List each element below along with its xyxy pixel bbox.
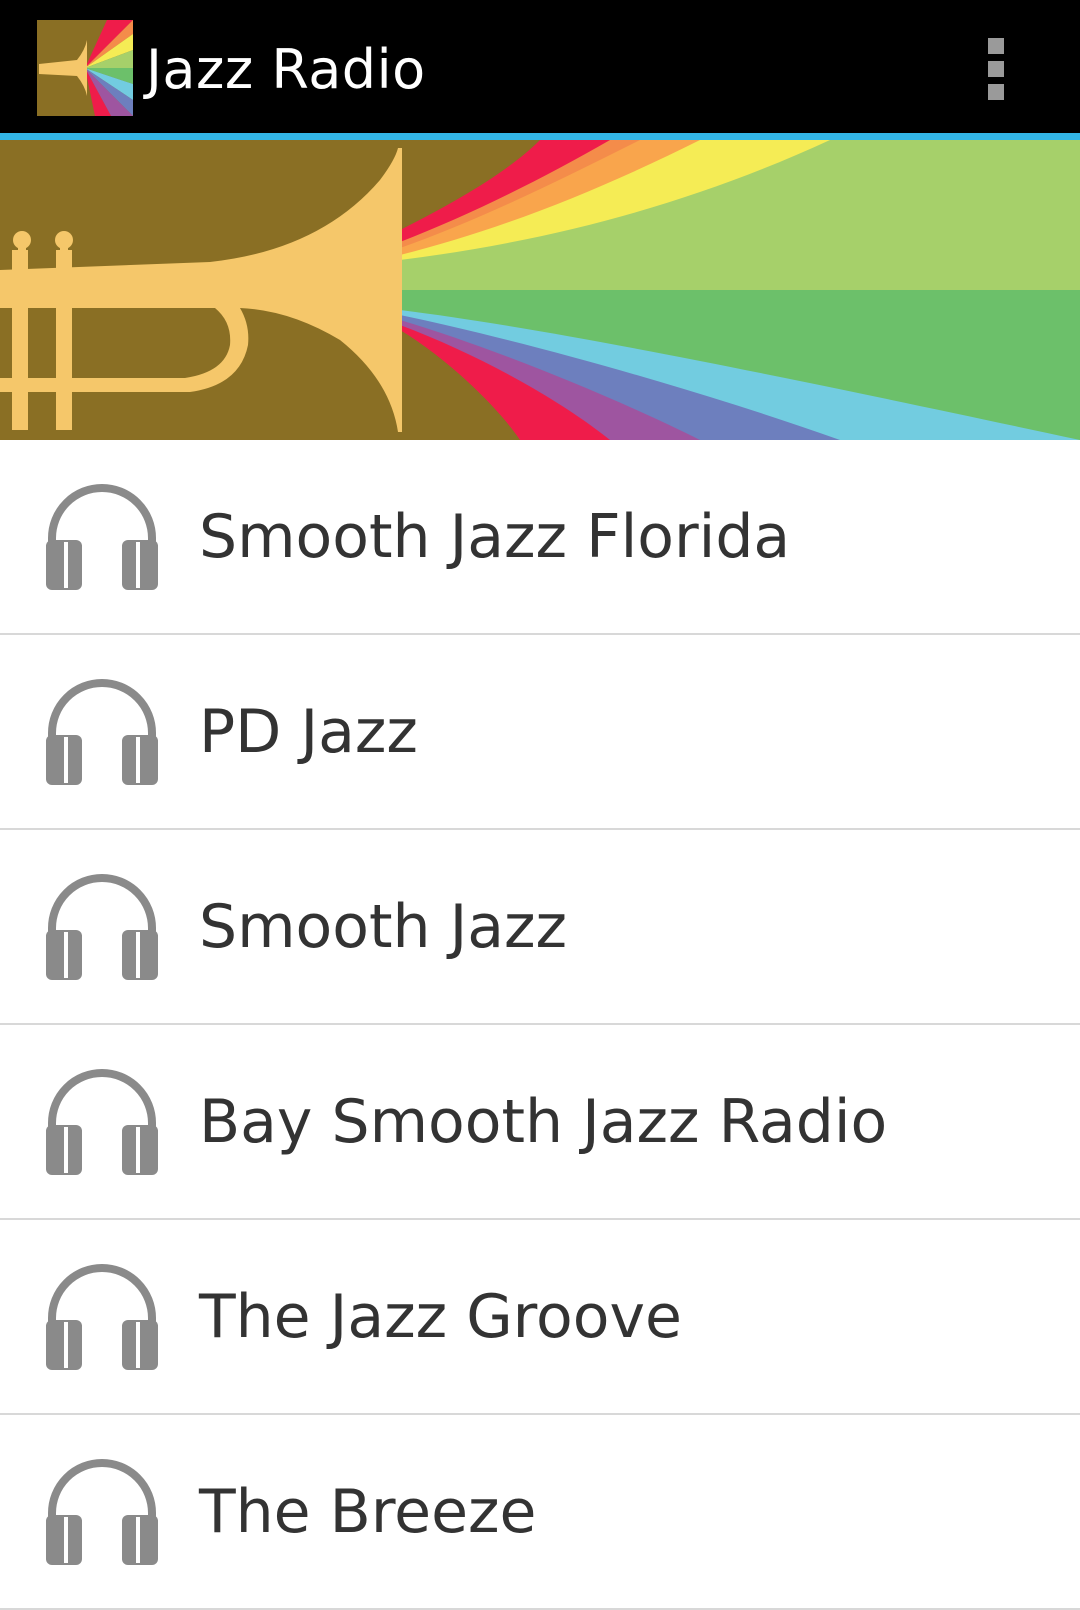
station-row[interactable]: Smooth Jazz [0, 830, 1080, 1025]
headphones-icon [46, 1069, 158, 1175]
headphones-icon [46, 1264, 158, 1370]
station-row[interactable]: Smooth Jazz Florida [0, 440, 1080, 635]
app-title: Jazz Radio [146, 38, 426, 101]
overflow-menu-icon[interactable] [972, 34, 1022, 104]
station-label: The Breeze [199, 1477, 537, 1547]
action-bar: Jazz Radio [0, 0, 1080, 133]
headphones-icon [46, 679, 158, 785]
trumpet-banner-image [0, 140, 1080, 440]
station-row[interactable]: Bay Smooth Jazz Radio [0, 1025, 1080, 1220]
station-row[interactable]: The Jazz Groove [0, 1220, 1080, 1415]
station-row[interactable]: The Breeze [0, 1415, 1080, 1610]
headphones-icon [46, 874, 158, 980]
station-label: The Jazz Groove [199, 1282, 682, 1352]
headphones-icon [46, 484, 158, 590]
station-label: PD Jazz [199, 697, 418, 767]
station-label: Smooth Jazz [199, 892, 568, 962]
station-row[interactable]: PD Jazz [0, 635, 1080, 830]
station-label: Smooth Jazz Florida [199, 502, 791, 572]
app-icon[interactable] [37, 20, 133, 116]
station-list: Smooth Jazz Florida PD Jazz Smooth Jazz [0, 440, 1080, 1610]
action-bar-divider [0, 133, 1080, 140]
headphones-icon [46, 1459, 158, 1565]
station-label: Bay Smooth Jazz Radio [199, 1087, 888, 1157]
